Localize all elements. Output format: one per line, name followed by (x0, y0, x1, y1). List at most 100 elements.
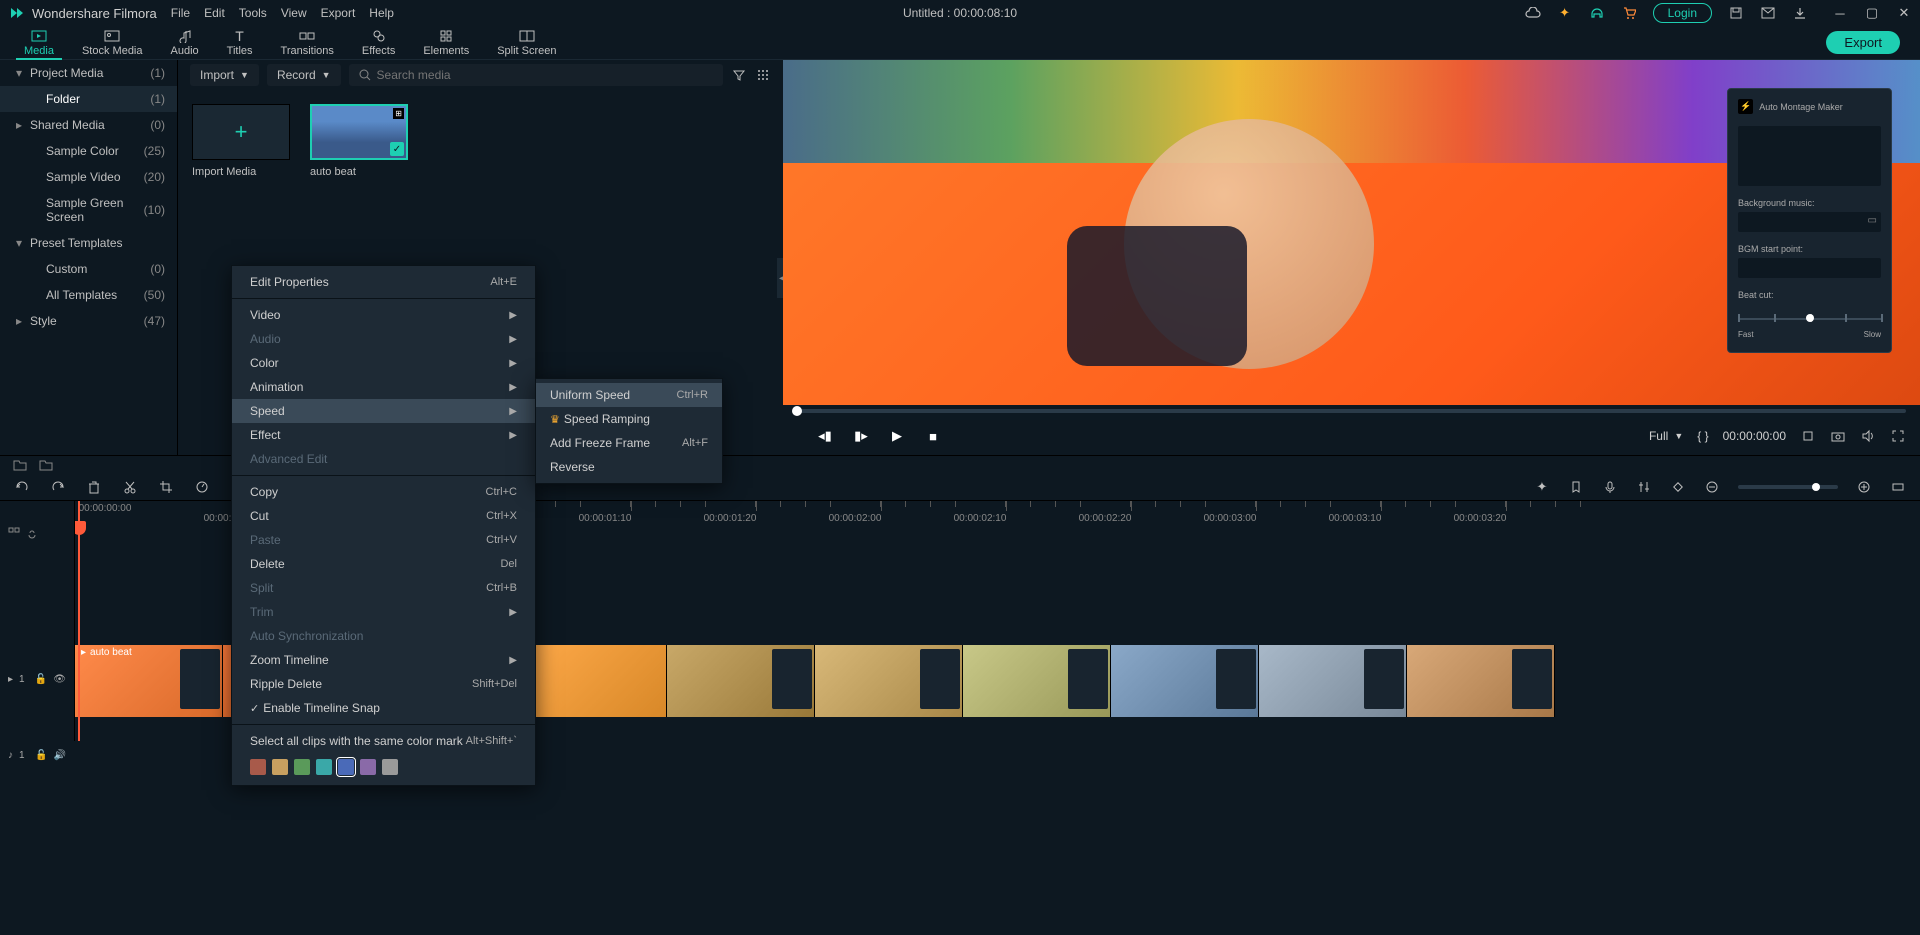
track-options-icon[interactable] (8, 527, 20, 539)
snapshot-icon[interactable] (1830, 428, 1846, 444)
crop-tool-icon[interactable] (158, 479, 174, 495)
tab-titles[interactable]: TTitles (213, 26, 267, 60)
audio-track-header[interactable]: ♪1 🔓 🔊 (0, 745, 74, 765)
bgm-input[interactable]: ▭ (1738, 212, 1881, 232)
idea-icon[interactable]: ✦ (1557, 5, 1573, 21)
folder-open-icon[interactable] (38, 457, 54, 473)
mail-icon[interactable] (1760, 5, 1776, 21)
seek-bar[interactable] (797, 409, 1906, 413)
mic-icon[interactable] (1602, 479, 1618, 495)
zoom-in-icon[interactable] (1856, 479, 1872, 495)
download-icon[interactable] (1792, 5, 1808, 21)
color-swatch[interactable] (316, 759, 332, 775)
eye-icon[interactable]: 👁 (53, 674, 66, 685)
start-input[interactable] (1738, 258, 1881, 278)
tree-item[interactable]: Sample Video(20) (0, 164, 177, 190)
sub-uniform-speed[interactable]: Uniform SpeedCtrl+R (536, 383, 722, 407)
folder-icon[interactable]: ▭ (1868, 215, 1877, 226)
tree-item[interactable]: Sample Color(25) (0, 138, 177, 164)
playhead-handle[interactable] (75, 521, 86, 535)
video-track-header[interactable]: ▸1 🔓 👁 (0, 643, 74, 715)
play-forward-icon[interactable]: ▶ (889, 428, 905, 444)
volume-icon[interactable] (1860, 428, 1876, 444)
import-media-card[interactable]: + Import Media (192, 104, 290, 178)
mixer-icon[interactable] (1636, 479, 1652, 495)
export-button[interactable]: Export (1826, 31, 1900, 54)
ctx-speed[interactable]: Speed▶ (232, 399, 535, 423)
ctx-ripple-delete[interactable]: Ripple DeleteShift+Del (232, 672, 535, 696)
crop-icon[interactable] (1800, 428, 1816, 444)
login-button[interactable]: Login (1653, 3, 1712, 23)
tree-item[interactable]: Sample Green Screen(10) (0, 190, 177, 230)
ctx-cut[interactable]: CutCtrl+X (232, 504, 535, 528)
minimize-icon[interactable]: ─ (1832, 5, 1848, 21)
menu-tools[interactable]: Tools (239, 6, 267, 20)
zoom-slider[interactable] (1738, 485, 1838, 489)
search-input[interactable] (349, 64, 723, 86)
sub-add-freeze-frame[interactable]: Add Freeze FrameAlt+F (536, 431, 722, 455)
delete-icon[interactable] (86, 479, 102, 495)
tree-item[interactable]: ▸Shared Media(0) (0, 112, 177, 138)
ctx-select-all-clips-with-the-same-color-mark[interactable]: Select all clips with the same color mar… (232, 729, 535, 753)
filter-icon[interactable] (731, 67, 747, 83)
fullscreen-icon[interactable] (1890, 428, 1906, 444)
cart-icon[interactable] (1621, 5, 1637, 21)
close-icon[interactable]: ✕ (1896, 5, 1912, 21)
record-dropdown[interactable]: Record▼ (267, 64, 341, 86)
quality-dropdown[interactable]: Full▼ (1649, 429, 1683, 443)
tree-item[interactable]: All Templates(50) (0, 282, 177, 308)
tab-stock-media[interactable]: Stock Media (68, 26, 157, 60)
zoom-out-icon[interactable] (1704, 479, 1720, 495)
playhead[interactable] (78, 501, 80, 741)
tab-media[interactable]: Media (10, 26, 68, 60)
tree-item[interactable]: Folder(1) (0, 86, 177, 112)
color-swatch[interactable] (250, 759, 266, 775)
ctx-effect[interactable]: Effect▶ (232, 423, 535, 447)
maximize-icon[interactable]: ▢ (1864, 5, 1880, 21)
seek-handle[interactable] (792, 406, 802, 416)
ctx-enable-timeline-snap[interactable]: ✓Enable Timeline Snap (232, 696, 535, 720)
beat-slider[interactable] (1738, 308, 1881, 328)
zoom-handle[interactable] (1812, 483, 1820, 491)
media-clip-card[interactable]: ⊞ ✓ auto beat (310, 104, 408, 178)
tree-item[interactable]: ▾Preset Templates (0, 230, 177, 256)
ctx-color[interactable]: Color▶ (232, 351, 535, 375)
cloud-icon[interactable] (1525, 5, 1541, 21)
cut-icon[interactable] (122, 479, 138, 495)
ctx-delete[interactable]: DeleteDel (232, 552, 535, 576)
tab-elements[interactable]: Elements (409, 26, 483, 60)
ctx-edit-properties[interactable]: Edit PropertiesAlt+E (232, 270, 535, 294)
redo-icon[interactable] (50, 479, 66, 495)
link-icon[interactable] (26, 527, 38, 539)
mark-range[interactable]: { } (1697, 429, 1708, 443)
menu-edit[interactable]: Edit (204, 6, 225, 20)
menu-view[interactable]: View (281, 6, 307, 20)
tab-effects[interactable]: Effects (348, 26, 409, 60)
tab-audio[interactable]: Audio (157, 26, 213, 60)
save-icon[interactable] (1728, 5, 1744, 21)
tree-item[interactable]: Custom(0) (0, 256, 177, 282)
menu-help[interactable]: Help (369, 6, 394, 20)
keyframe-icon[interactable] (1670, 479, 1686, 495)
play-icon[interactable]: ▮▸ (853, 428, 869, 444)
color-swatch[interactable] (382, 759, 398, 775)
lock-icon[interactable]: 🔓 (35, 674, 47, 685)
color-swatch[interactable] (272, 759, 288, 775)
tree-item[interactable]: ▾Project Media(1) (0, 60, 177, 86)
menu-file[interactable]: File (171, 6, 190, 20)
import-dropdown[interactable]: Import▼ (190, 64, 259, 86)
ctx-zoom-timeline[interactable]: Zoom Timeline▶ (232, 648, 535, 672)
auto-montage-panel[interactable]: ⚡Auto Montage Maker Background music:▭ B… (1727, 88, 1892, 353)
grid-view-icon[interactable] (755, 67, 771, 83)
sub-speed-ramping[interactable]: ♛Speed Ramping (536, 407, 722, 431)
mute-icon[interactable]: 🔊 (54, 750, 66, 761)
tab-split-screen[interactable]: Split Screen (483, 26, 570, 60)
render-icon[interactable]: ✦ (1534, 479, 1550, 495)
zoom-fit-icon[interactable] (1890, 479, 1906, 495)
headphones-icon[interactable] (1589, 5, 1605, 21)
prev-frame-icon[interactable]: ◂▮ (817, 428, 833, 444)
ctx-video[interactable]: Video▶ (232, 303, 535, 327)
color-swatch[interactable] (338, 759, 354, 775)
stop-icon[interactable]: ■ (925, 428, 941, 444)
ctx-copy[interactable]: CopyCtrl+C (232, 480, 535, 504)
